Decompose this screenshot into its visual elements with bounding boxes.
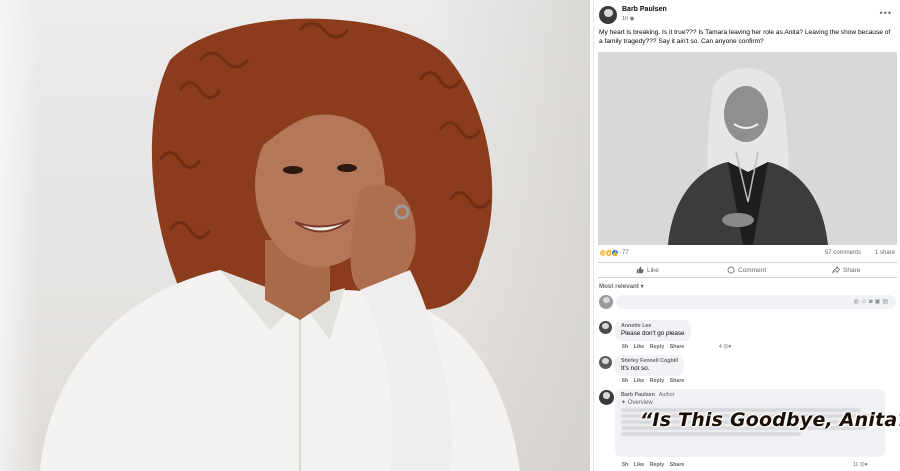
comment-actions[interactable]: 6h Like Reply Share	[622, 378, 684, 384]
blurred-text-line	[621, 432, 801, 436]
shares-count[interactable]: 1 share	[875, 250, 895, 256]
comment-text: Please don't go please	[621, 330, 685, 337]
share-label: Share	[843, 266, 861, 274]
sticker-pack-icon[interactable]: ▤	[882, 299, 890, 305]
commenter-name[interactable]: Barb Paulsen	[621, 392, 655, 398]
comment-label: Comment	[738, 266, 767, 274]
comment-actions[interactable]: 5h Like Reply Share	[622, 462, 684, 468]
comment-text: It's not so.	[621, 365, 650, 372]
comment-reactions[interactable]: 4 ☹♥	[719, 344, 731, 350]
comment-input-icons: ◍☺◙▣▤	[854, 298, 890, 305]
write-comment-row: ◍☺◙▣▤	[598, 294, 897, 310]
share-button[interactable]: Share	[832, 266, 860, 274]
sort-label: Most relevant	[599, 283, 639, 290]
comment-actions[interactable]: 6h Like Reply Share	[622, 344, 684, 350]
sticker-icon[interactable]: ◍	[854, 299, 861, 305]
comment-reactions[interactable]: 11 ☹♥	[853, 462, 868, 468]
share-arrow-icon	[832, 266, 840, 274]
comment-item: Annette Lee Please don't go please 6h Li…	[598, 320, 897, 354]
thumbs-up-icon	[636, 266, 644, 274]
comment-button[interactable]: Comment	[727, 266, 766, 274]
comment-text: Overview	[627, 400, 653, 406]
post-time-text: 1h	[622, 16, 629, 22]
portrait-photo	[0, 0, 590, 471]
author-badge: Author	[658, 392, 675, 398]
post-actions: Like Comment Share	[598, 262, 897, 278]
author-name[interactable]: Barb Paulsen	[622, 6, 667, 13]
comment-input[interactable]: ◍☺◙▣▤	[616, 295, 896, 309]
comment-reaction-count: 11	[853, 462, 859, 468]
overview-icon: ✦	[621, 400, 628, 406]
emoji-icon[interactable]: ☺	[861, 299, 869, 305]
comment-icon	[727, 266, 735, 274]
portrait-illustration	[40, 18, 520, 471]
headline-caption: “Is This Goodbye, Anita?”	[640, 409, 900, 431]
overview-label: ✦ Overview	[621, 399, 879, 406]
post-body-text: My heart is breaking. Is it true??? Is T…	[599, 29, 891, 45]
comments-count[interactable]: 57 comments	[825, 250, 861, 256]
post-image[interactable]	[598, 52, 897, 245]
globe-icon: ◉	[629, 16, 635, 22]
commenter-name-row: Barb Paulsen Author	[621, 392, 879, 398]
like-reaction-icon: 👍	[611, 249, 619, 257]
commenter-name[interactable]: Annette Lee	[621, 323, 685, 329]
author-avatar[interactable]	[599, 6, 617, 24]
sort-comments-dropdown[interactable]: Most relevant ▾	[599, 283, 644, 290]
viewer-avatar	[599, 295, 613, 309]
reaction-emoji-icon: ☹♥	[723, 344, 732, 350]
commenter-avatar[interactable]	[599, 356, 612, 369]
like-button[interactable]: Like	[636, 266, 659, 274]
more-options-button[interactable]: •••	[880, 8, 892, 18]
post-time: 1h ◉	[622, 16, 634, 22]
commenter-avatar[interactable]	[599, 321, 612, 334]
comment-reaction-count: 4	[719, 344, 722, 350]
post-photo-illustration	[598, 52, 897, 245]
post-stats: ☹ ♥ 👍 77 57 comments 1 share	[598, 248, 897, 260]
like-label: Like	[647, 266, 659, 274]
reaction-count[interactable]: 77	[622, 250, 629, 256]
reaction-emoji-icon: ☹♥	[859, 462, 868, 468]
caret-down-icon: ▾	[640, 283, 644, 290]
comment-bubble: Shirley Fennell Cogbill It's not so.	[615, 355, 685, 376]
comment-item: Shirley Fennell Cogbill It's not so. 6h …	[598, 355, 897, 387]
comment-bubble: Annette Lee Please don't go please	[615, 320, 691, 341]
facebook-post: Barb Paulsen 1h ◉ ••• My heart is breaki…	[593, 0, 900, 471]
commenter-avatar[interactable]	[599, 390, 614, 405]
reaction-icons[interactable]: ☹ ♥ 👍	[599, 249, 619, 257]
commenter-name[interactable]: Shirley Fennell Cogbill	[621, 358, 678, 364]
post-header: Barb Paulsen 1h ◉ •••	[598, 5, 898, 27]
